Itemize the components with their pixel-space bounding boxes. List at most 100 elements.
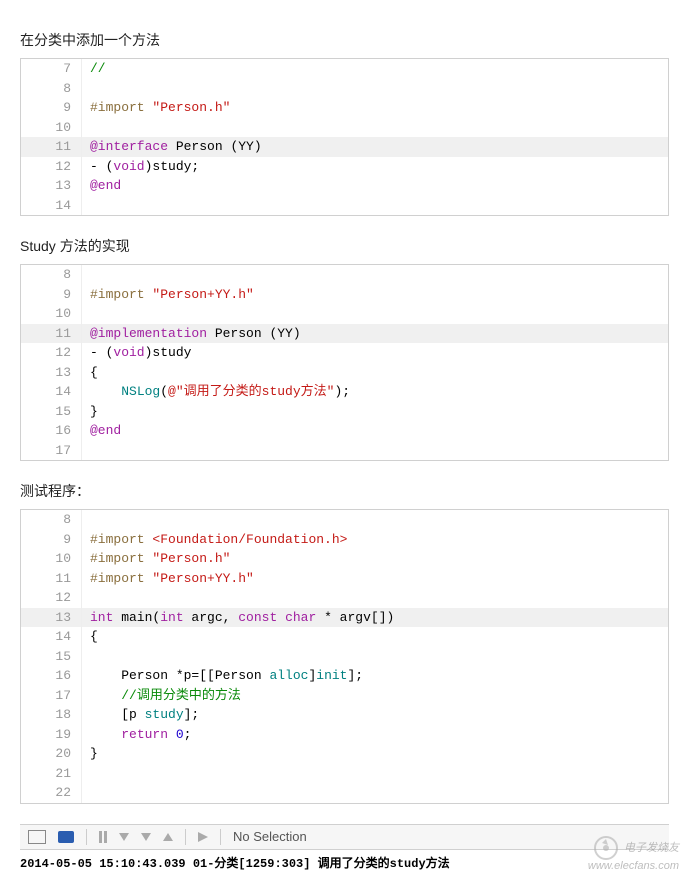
line-number: 8: [21, 79, 82, 99]
code-line: 8: [21, 510, 668, 530]
pause-icon[interactable]: [99, 831, 107, 843]
code-content: @interface Person (YY): [82, 137, 668, 157]
code-content: @implementation Person (YY): [82, 324, 668, 344]
line-number: 13: [21, 363, 82, 383]
line-number: 15: [21, 402, 82, 422]
line-number: 14: [21, 196, 82, 216]
code-content: [p study];: [82, 705, 668, 725]
line-number: 20: [21, 744, 82, 764]
code-content: //: [82, 59, 668, 79]
line-number: 17: [21, 686, 82, 706]
code-line: 12- (void)study;: [21, 157, 668, 177]
code-content: int main(int argc, const char * argv[]): [82, 608, 668, 628]
line-number: 7: [21, 59, 82, 79]
line-number: 18: [21, 705, 82, 725]
line-number: 9: [21, 98, 82, 118]
line-number: 14: [21, 382, 82, 402]
section2-title: Study 方法的实现: [20, 236, 669, 256]
section1-title: 在分类中添加一个方法: [20, 30, 669, 50]
separator: [185, 829, 186, 845]
code-content: NSLog(@"调用了分类的study方法");: [82, 382, 668, 402]
line-number: 21: [21, 764, 82, 784]
line-number: 8: [21, 265, 82, 285]
code-line: 7//: [21, 59, 668, 79]
code-content: Person *p=[[Person alloc]init];: [82, 666, 668, 686]
code-line: 21: [21, 764, 668, 784]
toggle-panel-icon[interactable]: [28, 830, 46, 844]
code-line: 15: [21, 647, 668, 667]
debug-toolbar: No Selection: [20, 824, 669, 850]
code-line: 8: [21, 265, 668, 285]
code-line: 9#import <Foundation/Foundation.h>: [21, 530, 668, 550]
watermark-title: 电子发烧友: [624, 842, 679, 854]
code-line: 11#import "Person+YY.h": [21, 569, 668, 589]
code-line: 9#import "Person.h": [21, 98, 668, 118]
code-line: 11@interface Person (YY): [21, 137, 668, 157]
line-number: 11: [21, 569, 82, 589]
code-line: 13@end: [21, 176, 668, 196]
code-line: 12- (void)study: [21, 343, 668, 363]
breakpoint-icon[interactable]: [58, 831, 74, 843]
code-content: [82, 588, 668, 608]
watermark: 电子发烧友 www.elecfans.com: [588, 836, 679, 872]
line-number: 10: [21, 549, 82, 569]
code-content: [82, 510, 668, 530]
location-icon[interactable]: [198, 832, 208, 842]
code-content: - (void)study: [82, 343, 668, 363]
line-number: 17: [21, 441, 82, 461]
code-line: 20}: [21, 744, 668, 764]
code-content: @end: [82, 421, 668, 441]
code-content: - (void)study;: [82, 157, 668, 177]
no-selection-label: No Selection: [233, 829, 307, 844]
code-line: 10#import "Person.h": [21, 549, 668, 569]
code-line: 14 NSLog(@"调用了分类的study方法");: [21, 382, 668, 402]
code-line: 8: [21, 79, 668, 99]
code-content: [82, 79, 668, 99]
code-line: 16@end: [21, 421, 668, 441]
line-number: 16: [21, 666, 82, 686]
code-line: 10: [21, 304, 668, 324]
code-content: [82, 265, 668, 285]
code-line: 18 [p study];: [21, 705, 668, 725]
line-number: 12: [21, 157, 82, 177]
code-line: 16 Person *p=[[Person alloc]init];: [21, 666, 668, 686]
line-number: 10: [21, 118, 82, 138]
separator: [86, 829, 87, 845]
code-content: [82, 196, 668, 216]
line-number: 22: [21, 783, 82, 803]
code-content: [82, 304, 668, 324]
line-number: 12: [21, 343, 82, 363]
code-line: 11@implementation Person (YY): [21, 324, 668, 344]
code-content: return 0;: [82, 725, 668, 745]
step-out-icon[interactable]: [163, 833, 173, 841]
line-number: 8: [21, 510, 82, 530]
line-number: 10: [21, 304, 82, 324]
console-output: 2014-05-05 15:10:43.039 01-分类[1259:303] …: [20, 850, 669, 875]
code-line: 10: [21, 118, 668, 138]
line-number: 11: [21, 137, 82, 157]
code-line: 19 return 0;: [21, 725, 668, 745]
line-number: 13: [21, 608, 82, 628]
code-line: 17: [21, 441, 668, 461]
code-content: {: [82, 363, 668, 383]
code-content: #import <Foundation/Foundation.h>: [82, 530, 668, 550]
code-content: }: [82, 744, 668, 764]
code-content: }: [82, 402, 668, 422]
code-line: 14{: [21, 627, 668, 647]
code-line: 13int main(int argc, const char * argv[]…: [21, 608, 668, 628]
code-content: //调用分类中的方法: [82, 686, 668, 706]
code-block-3: 8 9#import <Foundation/Foundation.h>10#i…: [20, 509, 669, 804]
watermark-url: www.elecfans.com: [588, 860, 679, 872]
line-number: 12: [21, 588, 82, 608]
step-over-icon[interactable]: [119, 833, 129, 841]
section3-title: 测试程序：: [20, 481, 669, 501]
code-content: {: [82, 627, 668, 647]
line-number: 15: [21, 647, 82, 667]
step-into-icon[interactable]: [141, 833, 151, 841]
line-number: 14: [21, 627, 82, 647]
line-number: 16: [21, 421, 82, 441]
line-number: 11: [21, 324, 82, 344]
code-content: #import "Person.h": [82, 549, 668, 569]
line-number: 9: [21, 530, 82, 550]
watermark-logo-icon: [594, 836, 618, 860]
